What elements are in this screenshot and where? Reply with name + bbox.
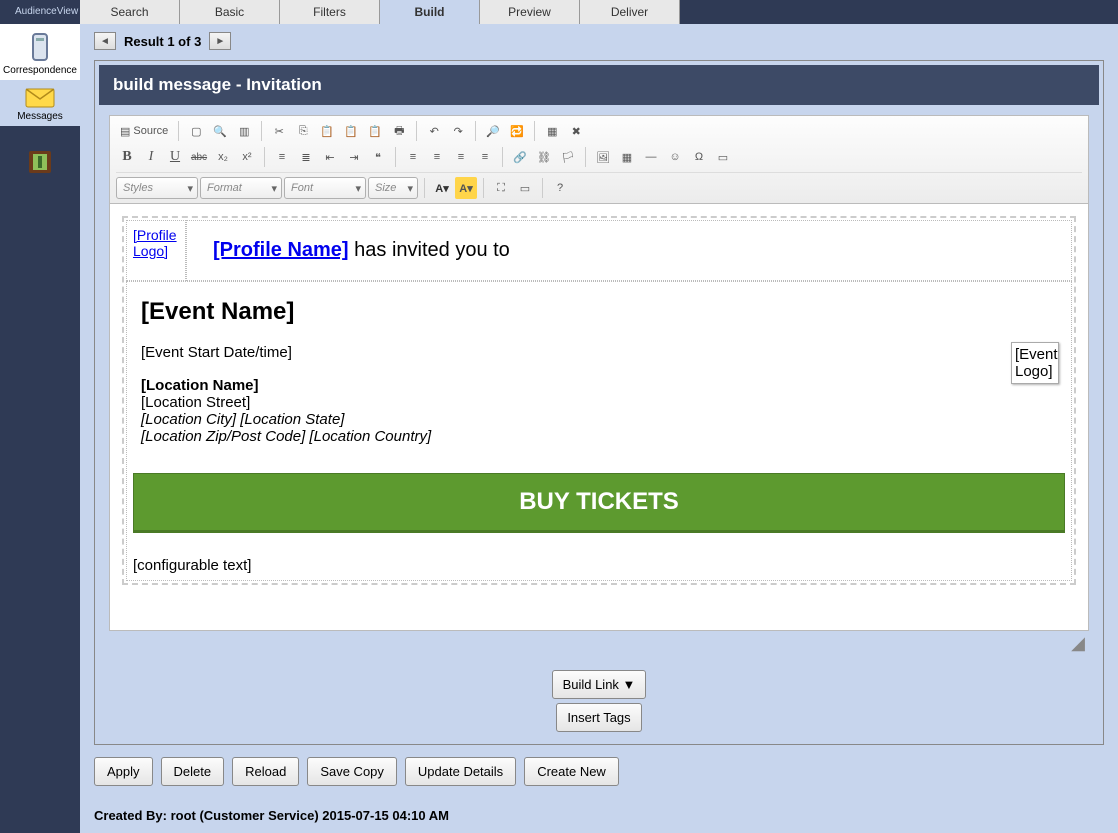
exit-icon[interactable] — [28, 150, 52, 174]
result-nav: ◄ Result 1 of 3 ► — [94, 32, 1104, 50]
anchor-icon[interactable]: 🏳 — [557, 146, 579, 168]
blockquote-icon[interactable]: ❝ — [367, 146, 389, 168]
tab-search[interactable]: Search — [80, 0, 180, 24]
strike-icon[interactable]: abc — [188, 146, 210, 168]
paste-text-icon[interactable]: 📋 — [340, 120, 362, 142]
maximize-icon[interactable]: ⛶ — [490, 177, 512, 199]
location-name-placeholder: [Location Name] — [141, 377, 997, 394]
source-button[interactable]: ▤ Source — [116, 120, 172, 142]
outdent-icon[interactable]: ⇤ — [319, 146, 341, 168]
about-icon[interactable]: ? — [549, 177, 571, 199]
location-zip-country-placeholder: [Location Zip/Post Code] [Location Count… — [141, 428, 997, 445]
undo-icon[interactable]: ↶ — [423, 120, 445, 142]
editor-toolbar: ▤ Source ▢ 🔍 ▥ ✂ ⎘ 📋 📋 📋 🖶 ↶ — [109, 115, 1089, 203]
delete-button[interactable]: Delete — [161, 757, 225, 786]
location-city-state-placeholder: [Location City] [Location State] — [141, 411, 997, 428]
apply-button[interactable]: Apply — [94, 757, 153, 786]
italic-icon[interactable]: I — [140, 146, 162, 168]
bold-icon[interactable]: B — [116, 146, 138, 168]
result-prev-button[interactable]: ◄ — [94, 32, 116, 50]
event-logo-placeholder: [Event Logo] — [1011, 342, 1059, 384]
update-details-button[interactable]: Update Details — [405, 757, 516, 786]
table-icon[interactable]: ▦ — [616, 146, 638, 168]
panel-title: build message - Invitation — [99, 65, 1099, 105]
tab-deliver[interactable]: Deliver — [580, 0, 680, 24]
action-row: Apply Delete Reload Save Copy Update Det… — [94, 757, 1104, 786]
build-panel: build message - Invitation ▤ Source ▢ 🔍 … — [94, 60, 1104, 745]
bg-color-icon[interactable]: A▾ — [455, 177, 477, 199]
new-page-icon[interactable]: ▢ — [185, 120, 207, 142]
align-right-icon[interactable]: ≡ — [450, 146, 472, 168]
paste-word-icon[interactable]: 📋 — [364, 120, 386, 142]
redo-icon[interactable]: ↷ — [447, 120, 469, 142]
print-icon[interactable]: 🖶 — [388, 120, 410, 142]
profile-logo-placeholder[interactable]: [Profile Logo] — [133, 227, 177, 259]
image-icon[interactable]: 🖼 — [592, 146, 614, 168]
unlink-icon[interactable]: ⛓ — [533, 146, 555, 168]
tab-build[interactable]: Build — [380, 0, 480, 24]
underline-icon[interactable]: U — [164, 146, 186, 168]
sidebar-label-messages: Messages — [17, 111, 63, 122]
link-icon[interactable]: 🔗 — [509, 146, 531, 168]
correspondence-icon — [27, 32, 53, 62]
tab-preview[interactable]: Preview — [480, 0, 580, 24]
result-next-button[interactable]: ► — [209, 32, 231, 50]
sidebar-label-correspondence: Correspondence — [3, 65, 77, 76]
size-select[interactable]: Size — [368, 177, 418, 199]
save-copy-button[interactable]: Save Copy — [307, 757, 397, 786]
ordered-list-icon[interactable]: ≡ — [271, 146, 293, 168]
align-left-icon[interactable]: ≡ — [402, 146, 424, 168]
sidebar-item-correspondence[interactable]: Correspondence — [0, 24, 80, 80]
align-center-icon[interactable]: ≡ — [426, 146, 448, 168]
styles-select[interactable]: Styles — [116, 177, 198, 199]
indent-icon[interactable]: ⇥ — [343, 146, 365, 168]
app-name: AudienceView — [0, 0, 80, 24]
unordered-list-icon[interactable]: ≣ — [295, 146, 317, 168]
select-all-icon[interactable]: ▦ — [541, 120, 563, 142]
smiley-icon[interactable]: ☺ — [664, 146, 686, 168]
templates-icon[interactable]: ▥ — [233, 120, 255, 142]
superscript-icon[interactable]: x² — [236, 146, 258, 168]
replace-icon[interactable]: 🔁 — [506, 120, 528, 142]
iframe-icon[interactable]: ▭ — [712, 146, 734, 168]
preview-icon[interactable]: 🔍 — [209, 120, 231, 142]
main-tabs: Search Basic Filters Build Preview Deliv… — [80, 0, 680, 24]
resize-grip-icon[interactable]: ◢ — [109, 631, 1089, 654]
location-street-placeholder: [Location Street] — [141, 394, 997, 411]
remove-format-icon[interactable]: ✖ — [565, 120, 587, 142]
created-by-text: Created By: root (Customer Service) 2015… — [94, 808, 1104, 823]
cut-icon[interactable]: ✂ — [268, 120, 290, 142]
paste-icon[interactable]: 📋 — [316, 120, 338, 142]
tab-basic[interactable]: Basic — [180, 0, 280, 24]
profile-name-placeholder[interactable]: [Profile Name] — [213, 239, 349, 261]
event-start-placeholder: [Event Start Date/time] — [141, 344, 997, 361]
text-color-icon[interactable]: A▾ — [431, 177, 453, 199]
sidebar: Correspondence Messages — [0, 24, 80, 833]
build-link-button[interactable]: Build Link ▼ — [552, 670, 647, 699]
editor-body[interactable]: [Profile Logo] [Profile Name] has invite… — [109, 203, 1089, 631]
specialchar-icon[interactable]: Ω — [688, 146, 710, 168]
show-blocks-icon[interactable]: ▭ — [514, 177, 536, 199]
invited-text: has invited you to — [349, 239, 510, 261]
buy-tickets-button[interactable]: BUY TICKETS — [133, 473, 1065, 531]
hr-icon[interactable]: — — [640, 146, 662, 168]
messages-icon — [25, 88, 55, 108]
sidebar-item-messages[interactable]: Messages — [0, 80, 80, 126]
result-counter: Result 1 of 3 — [120, 34, 205, 49]
copy-icon[interactable]: ⎘ — [292, 120, 314, 142]
font-select[interactable]: Font — [284, 177, 366, 199]
subscript-icon[interactable]: x₂ — [212, 146, 234, 168]
event-name-placeholder: [Event Name] — [133, 288, 1065, 336]
align-justify-icon[interactable]: ≡ — [474, 146, 496, 168]
tab-filters[interactable]: Filters — [280, 0, 380, 24]
configurable-text-placeholder: [configurable text] — [133, 557, 1065, 574]
insert-tags-button[interactable]: Insert Tags — [556, 703, 641, 732]
find-icon[interactable]: 🔎 — [482, 120, 504, 142]
reload-button[interactable]: Reload — [232, 757, 299, 786]
format-select[interactable]: Format — [200, 177, 282, 199]
create-new-button[interactable]: Create New — [524, 757, 619, 786]
